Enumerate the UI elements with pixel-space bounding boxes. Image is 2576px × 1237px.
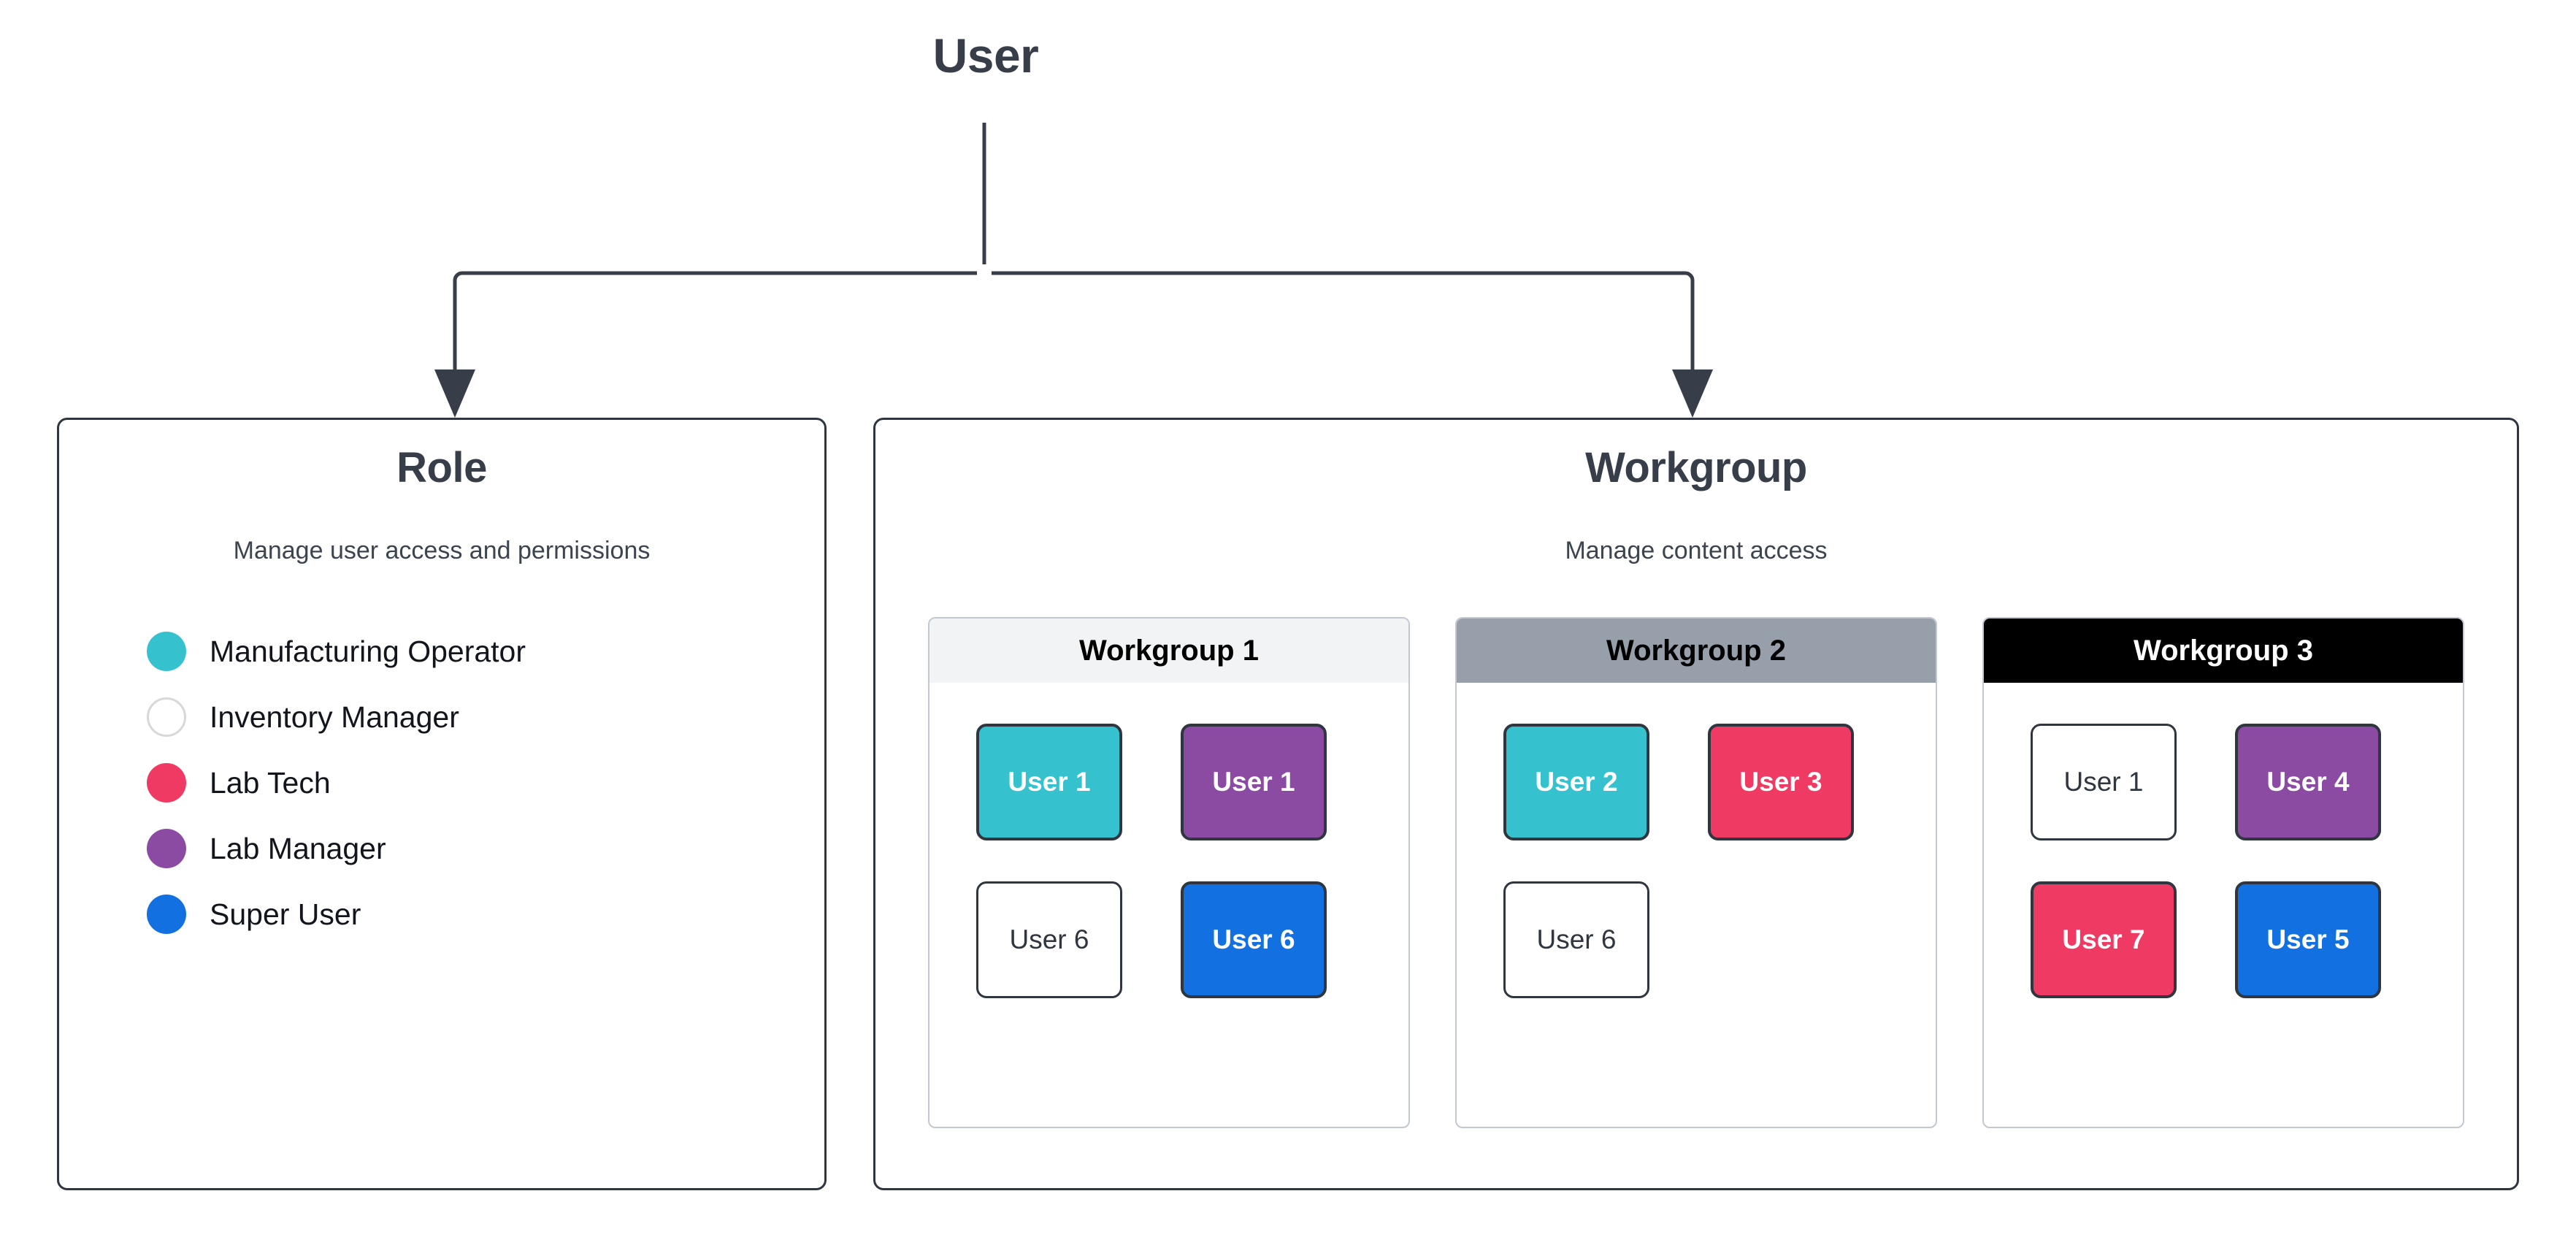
role-legend-label: Inventory Manager	[210, 700, 459, 734]
role-subtitle: Manage user access and permissions	[233, 537, 651, 564]
workgroup-subtitle: Manage content access	[1565, 537, 1828, 564]
role-panel: Role Manage user access and permissions …	[57, 418, 827, 1190]
workgroup-card-header: Workgroup 3	[1984, 618, 2463, 683]
workgroup-card-body: User 2 User 3 User 6	[1457, 683, 1936, 1127]
role-legend-list: Manufacturing Operator Inventory Manager L…	[147, 632, 526, 934]
workgroup-card-body: User 1 User 1 User 6 User 6	[929, 683, 1408, 1127]
role-legend-label: Lab Tech	[210, 765, 331, 800]
connector-left-elbow	[453, 271, 463, 371]
connector-right-elbow	[1684, 271, 1695, 371]
workgroup-card-body: User 1 User 4 User 7 User 5	[1984, 683, 2463, 1127]
user-chip[interactable]: User 4	[2235, 724, 2381, 840]
role-color-dot-icon	[147, 763, 186, 803]
user-chip[interactable]: User 1	[976, 724, 1122, 840]
diagram-canvas: User Role Manage user access and permiss…	[0, 0, 2576, 1237]
workgroup-card-header: Workgroup 1	[929, 618, 1408, 683]
user-chip[interactable]: User 6	[1503, 881, 1649, 998]
root-node-user: User	[932, 28, 1039, 83]
user-chip[interactable]: User 3	[1708, 724, 1854, 840]
arrowhead-role	[434, 369, 475, 418]
workgroup-card-header: Workgroup 2	[1457, 618, 1936, 683]
user-chip[interactable]: User 7	[2031, 881, 2177, 998]
role-legend-item: Super User	[147, 895, 526, 934]
role-legend-item: Inventory Manager	[147, 697, 526, 737]
user-chip[interactable]: User 1	[1181, 724, 1327, 840]
role-legend-label: Lab Manager	[210, 831, 386, 865]
user-chip[interactable]: User 1	[2031, 724, 2177, 840]
workgroup-user-grid: User 1 User 1 User 6 User 6	[976, 724, 1362, 998]
workgroup-user-grid: User 2 User 3 User 6	[1503, 724, 1889, 998]
user-chip[interactable]: User 2	[1503, 724, 1649, 840]
role-legend-item: Lab Manager	[147, 829, 526, 868]
user-chip[interactable]: User 6	[1181, 881, 1327, 998]
workgroup-card: Workgroup 2 User 2 User 3 User 6	[1455, 617, 1937, 1128]
role-legend-item: Lab Tech	[147, 763, 526, 803]
workgroup-card-list: Workgroup 1 User 1 User 1 User 6 User 6 Workg…	[928, 617, 2464, 1128]
role-color-dot-icon	[147, 829, 186, 868]
workgroup-user-grid: User 1 User 4 User 7 User 5	[2031, 724, 2416, 998]
user-chip[interactable]: User 5	[2235, 881, 2381, 998]
role-legend-label: Manufacturing Operator	[210, 634, 526, 668]
role-color-dot-icon	[147, 697, 186, 737]
workgroup-panel: Workgroup Manage content access Workgrou…	[873, 418, 2519, 1190]
arrowhead-workgroup	[1672, 369, 1713, 418]
workgroup-title: Workgroup	[1585, 444, 1807, 491]
role-legend-item: Manufacturing Operator	[147, 632, 526, 671]
user-chip[interactable]: User 6	[976, 881, 1122, 998]
workgroup-card: Workgroup 1 User 1 User 1 User 6 User 6	[928, 617, 1410, 1128]
role-color-dot-icon	[147, 895, 186, 934]
role-color-dot-icon	[147, 632, 186, 671]
role-title: Role	[396, 444, 487, 491]
workgroup-card: Workgroup 3 User 1 User 4 User 7 User 5	[1982, 617, 2464, 1128]
role-legend-label: Super User	[210, 897, 361, 931]
